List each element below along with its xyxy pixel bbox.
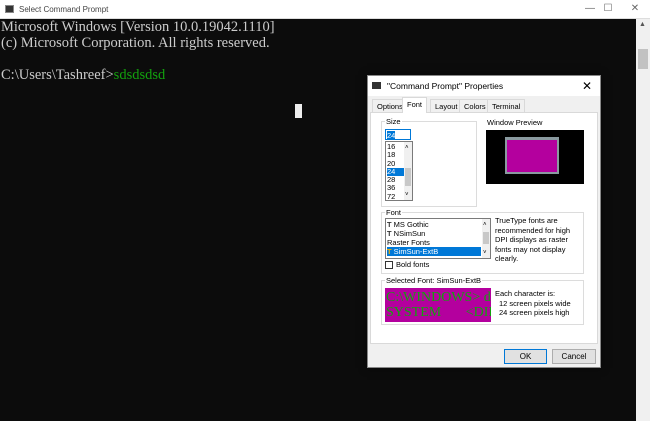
window-title: Select Command Prompt	[19, 5, 109, 14]
char-width: 12 screen pixels wide	[499, 298, 571, 308]
char-height: 24 screen pixels high	[499, 308, 570, 317]
scroll-thumb[interactable]	[483, 232, 489, 244]
font-option-label: Raster Fonts	[387, 238, 430, 247]
bold-fonts-label[interactable]: Bold fonts	[396, 260, 429, 269]
cmd-icon	[5, 5, 14, 13]
chevron-up-icon[interactable]: ˄	[405, 144, 409, 152]
cmd-icon	[372, 82, 381, 89]
font-label: Font	[385, 208, 403, 217]
size-input-value: 24	[387, 131, 396, 140]
chevron-up-icon[interactable]: ˄	[483, 221, 487, 230]
tab-terminal[interactable]: Terminal	[487, 99, 526, 112]
size-input[interactable]: 24	[385, 129, 411, 140]
size-option[interactable]: 72	[387, 192, 404, 201]
size-list[interactable]: 16 18 20 24 28 36 72 ˄ ˅	[385, 141, 413, 201]
ok-button[interactable]: OK	[504, 349, 547, 364]
font-list[interactable]: T MS Gothic T NSimSun Raster Fonts T SimSun…	[385, 218, 491, 259]
minimize-button[interactable]: —	[583, 3, 597, 15]
maximize-button[interactable]: ☐	[601, 3, 615, 15]
window-preview-label: Window Preview	[487, 118, 543, 127]
dialog-title: "Command Prompt" Properties	[387, 81, 504, 91]
font-tab-panel: Size 24 16 18 20 24 28 36 72 ˄ ˅ Window Previe…	[370, 112, 598, 344]
font-note: TrueType fonts are recommended for high …	[495, 216, 571, 263]
sample-line: SYSTEM <DIR>	[386, 305, 491, 320]
cancel-button[interactable]: Cancel	[552, 349, 596, 364]
font-option[interactable]: T SimSun-ExtB	[387, 247, 481, 256]
vertical-scrollbar[interactable]: ▲	[636, 19, 650, 421]
truetype-icon: T	[387, 220, 394, 229]
chevron-down-icon[interactable]: ˅	[405, 191, 409, 199]
scroll-thumb[interactable]	[638, 49, 648, 69]
font-option-label: MS Gothic	[393, 220, 429, 229]
scroll-up-icon[interactable]: ▲	[639, 21, 646, 28]
console-line: (c) Microsoft Corporation. All rights re…	[1, 35, 270, 51]
size-list-scrollbar[interactable]: ˄ ˅	[404, 142, 412, 200]
selected-font-label: Selected Font: SimSun-ExtB	[385, 276, 483, 285]
tab-font[interactable]: Font	[402, 97, 428, 113]
font-option[interactable]: Raster Fonts	[387, 238, 481, 247]
text-cursor	[295, 104, 302, 118]
font-option-label: SimSun-ExtB	[393, 247, 439, 256]
chevron-down-icon[interactable]: ˅	[483, 249, 487, 258]
tab-colors[interactable]: Colors	[459, 99, 491, 112]
close-button[interactable]: ✕	[628, 3, 642, 15]
char-info-title: Each character is:	[495, 289, 556, 298]
font-list-scrollbar[interactable]: ˄ ˅	[482, 219, 490, 258]
font-option-label: NSimSun	[393, 229, 426, 238]
window-titlebar: Select Command Prompt — ☐ ✕	[0, 0, 650, 19]
font-sample: C:\WINDOWS> dirSYSTEM <DIR>	[385, 288, 491, 322]
properties-dialog: "Command Prompt" Properties ✕ Options La…	[367, 75, 601, 368]
size-label: Size	[385, 117, 402, 126]
preview-window	[505, 137, 559, 174]
dialog-close-button[interactable]: ✕	[582, 79, 592, 93]
console-line: Microsoft Windows [Version 10.0.19042.11…	[1, 19, 275, 35]
dialog-titlebar: "Command Prompt" Properties ✕	[368, 76, 600, 96]
tab-layout[interactable]: Layout	[430, 99, 463, 112]
scroll-thumb[interactable]	[405, 168, 411, 186]
font-option[interactable]: T NSimSun	[387, 229, 481, 238]
window-preview	[486, 130, 584, 184]
sample-line: C:\WINDOWS> dir	[386, 290, 491, 305]
prompt: C:\Users\Tashreef>	[1, 67, 114, 83]
typed-input: sdsdsdsd	[113, 67, 166, 83]
char-info: Each character is: 12 screen pixels wide…	[495, 289, 571, 318]
font-option[interactable]: T MS Gothic	[387, 220, 481, 229]
bold-fonts-checkbox[interactable]	[385, 261, 393, 269]
truetype-icon: T	[387, 247, 394, 256]
truetype-icon: T	[387, 229, 394, 238]
